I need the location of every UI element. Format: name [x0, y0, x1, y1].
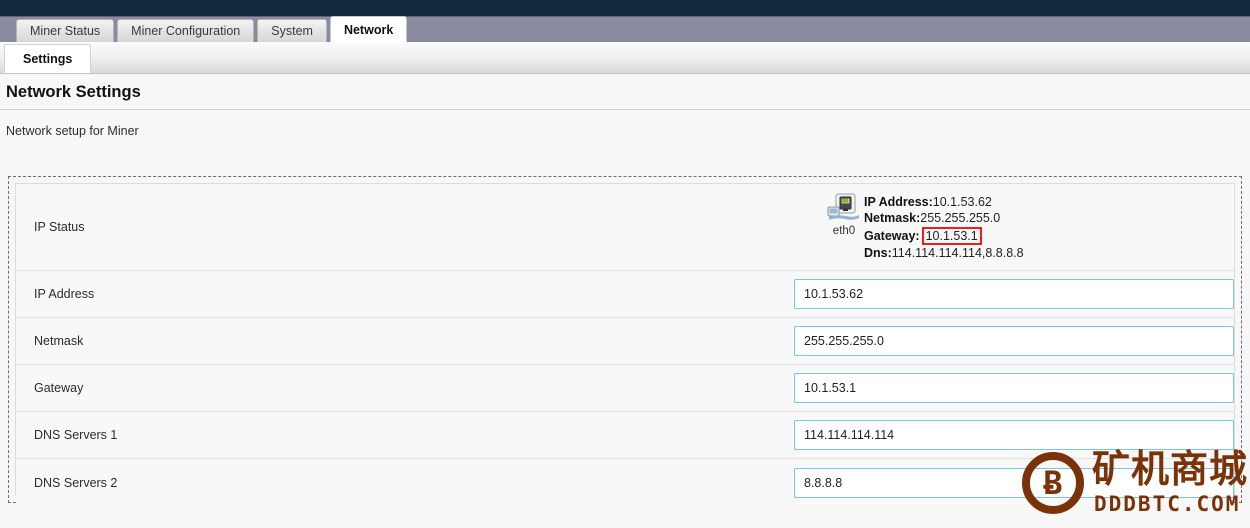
ip-status-line-dns: Dns:114.114.114.114,8.8.8.8	[864, 245, 1024, 262]
subtab-settings[interactable]: Settings	[4, 44, 92, 73]
dns-servers-1-control	[784, 420, 1234, 450]
ip-status-line-ip: IP Address:10.1.53.62	[864, 194, 1024, 211]
network-settings-page: Miner Status Miner Configuration System …	[0, 0, 1250, 528]
page-title: Network Settings	[0, 74, 1250, 110]
main-tab-strip: Miner Status Miner Configuration System …	[0, 16, 1250, 42]
tab-network[interactable]: Network	[329, 16, 408, 42]
row-netmask: Netmask	[16, 318, 1234, 365]
ip-status-value: 10.1.53.62	[932, 194, 992, 209]
main-tab-list: Miner Status Miner Configuration System …	[16, 16, 408, 42]
tab-system[interactable]: System	[257, 19, 327, 42]
sub-tab-strip: Settings	[0, 42, 1250, 74]
row-label-dns-servers-1: DNS Servers 1	[34, 428, 118, 442]
row-label-dns-servers-2: DNS Servers 2	[34, 475, 118, 490]
row-ip-status: IP Status eth0 IP Address:10.1.53.62 Net…	[16, 184, 1234, 271]
subtab-label: Settings	[23, 51, 73, 66]
dns-servers-2-control	[784, 467, 1234, 498]
row-label-gateway: Gateway	[34, 381, 84, 395]
tab-label: Miner Configuration	[131, 24, 241, 38]
gateway-highlight-box: 10.1.53.1	[921, 226, 982, 245]
interface-indicator: eth0	[824, 193, 864, 238]
dns-servers-1-input[interactable]	[794, 420, 1234, 450]
ip-status-lines: IP Address:10.1.53.62 Netmask:255.255.25…	[864, 193, 1024, 262]
sub-tab-list: Settings	[4, 44, 92, 73]
tab-miner-status[interactable]: Miner Status	[16, 19, 115, 42]
gateway-input[interactable]	[794, 373, 1234, 403]
ip-status-value: 114.114.114.114,8.8.8.8	[891, 245, 1024, 260]
row-label-ip-status: IP Status	[34, 220, 85, 234]
interface-name: eth0	[832, 224, 856, 237]
row-label-ip-address: IP Address	[34, 287, 95, 301]
tab-label: System	[271, 24, 313, 38]
ip-status-key: Dns:	[864, 245, 892, 260]
ip-status-control: eth0 IP Address:10.1.53.62 Netmask:255.2…	[816, 193, 1234, 262]
row-gateway: Gateway	[16, 365, 1234, 412]
ip-address-input[interactable]	[794, 279, 1234, 309]
row-label-netmask: Netmask	[34, 334, 84, 348]
dns-servers-2-input[interactable]	[794, 467, 1234, 498]
netmask-control	[784, 326, 1234, 356]
tab-miner-configuration[interactable]: Miner Configuration	[117, 19, 255, 42]
netmask-input[interactable]	[794, 326, 1234, 356]
row-ip-address: IP Address	[16, 271, 1234, 318]
settings-form: IP Status eth0 IP Address:10.1.53.62 Net…	[15, 183, 1235, 506]
ip-status-key: Gateway:	[864, 228, 920, 243]
page-header: Network Settings Network setup for Miner	[0, 74, 1250, 138]
tab-label: Miner Status	[30, 24, 101, 38]
ip-status-block: eth0 IP Address:10.1.53.62 Netmask:255.2…	[816, 193, 1024, 262]
row-dns-servers-1: DNS Servers 1	[16, 412, 1234, 459]
ethernet-port-icon	[824, 193, 864, 225]
settings-form-container: IP Status eth0 IP Address:10.1.53.62 Net…	[8, 176, 1242, 506]
ip-status-line-netmask: Netmask:255.255.255.0	[864, 210, 1024, 227]
window-titlebar	[0, 0, 1250, 16]
row-dns-servers-2: DNS Servers 2	[16, 459, 1234, 506]
ip-status-line-gateway: Gateway: 10.1.53.1	[864, 226, 1024, 245]
ip-status-value: 255.255.255.0	[920, 211, 1001, 226]
ip-address-control	[784, 279, 1234, 309]
ip-status-key: IP Address:	[864, 194, 933, 209]
ip-status-key: Netmask:	[864, 211, 921, 226]
page-subtitle: Network setup for Miner	[6, 124, 139, 138]
tab-label: Network	[343, 22, 394, 37]
gateway-control	[784, 373, 1234, 403]
